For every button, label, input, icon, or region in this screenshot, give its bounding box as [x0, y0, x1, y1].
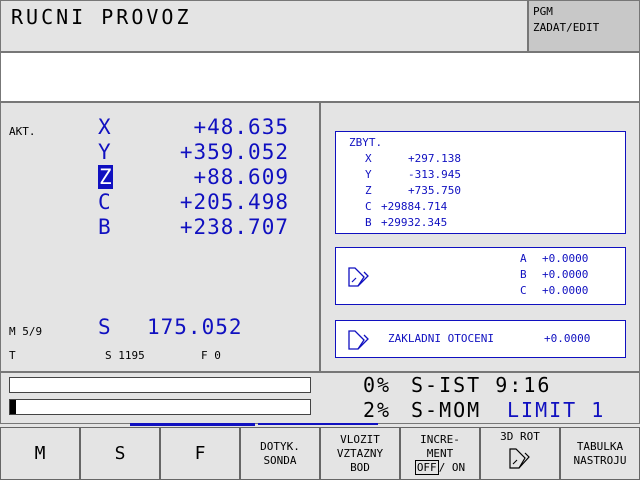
softkey-tool-line1: TABULKA — [576, 439, 624, 453]
softkey-set-datum[interactable]: VLOZIT VZTAZNY BOD — [320, 427, 400, 480]
softkey-s-label: S — [114, 442, 126, 464]
softkey-m-label: M — [34, 442, 46, 464]
dtg-axis-z: Z — [365, 184, 372, 197]
dtg-axis-x: X — [365, 152, 372, 165]
axis-value-c: +205.498 — [179, 190, 289, 214]
feed-rate: F 0 — [201, 349, 221, 362]
softkey-datum-line2: VZTAZNY — [336, 446, 384, 460]
dtg-value-y: -313.945 — [408, 168, 461, 181]
softkey-3d-rot[interactable]: 3D ROT — [480, 427, 560, 480]
basic-rotation-box: ZAKLADNI OTOCENI +0.0000 — [335, 320, 626, 358]
tool-status: T — [9, 349, 16, 362]
dtg-value-c: +29884.714 — [381, 200, 448, 213]
increment-on-state: / ON — [438, 460, 466, 474]
dtg-value-z: +735.750 — [408, 184, 461, 197]
rot-value-a: +0.0000 — [542, 252, 589, 265]
dtg-axis-y: Y — [365, 168, 372, 181]
spindle-torque-status: S-MOM — [411, 398, 482, 422]
spindle-speed: S 1195 — [105, 349, 145, 362]
dtg-value-b: +29932.345 — [381, 216, 448, 229]
axis-label-z-selected: Z — [98, 165, 113, 189]
actual-position-label: AKT. — [9, 125, 36, 138]
dtg-axis-c: C — [365, 200, 372, 213]
spindle-position: 175.052 — [147, 315, 243, 339]
increment-off-state: OFF — [414, 459, 439, 475]
m-function-status: M 5/9 — [9, 325, 43, 338]
mode-label-edit: ZADAT/EDIT — [533, 21, 600, 34]
spindle-label: S — [98, 315, 111, 339]
position-display: AKT. X +48.635 Y +359.052 Z +88.609 C +2… — [0, 102, 320, 372]
3d-rot-icon — [507, 444, 533, 476]
softkey-incr-line2: MENT — [426, 446, 454, 460]
basic-rotation-label: ZAKLADNI OTOCENI — [388, 332, 494, 345]
axis-value-x: +48.635 — [193, 115, 289, 139]
softkey-page-indicator — [130, 423, 255, 426]
axis-value-b: +238.707 — [179, 215, 289, 239]
softkey-probe[interactable]: DOTYK. SONDA — [240, 427, 320, 480]
limit-indicator: LIMIT 1 — [507, 398, 606, 422]
axis-label-z: Z — [98, 165, 113, 189]
softkey-page-indicator-2 — [258, 423, 378, 425]
softkey-datum-line3: BOD — [350, 460, 370, 474]
spindle-actual-status: S-IST 9:16 — [411, 373, 552, 397]
axis-label-c: C — [98, 190, 111, 214]
softkey-incr-line1: INCRE- — [420, 432, 460, 446]
softkey-bar: M S F DOTYK. SONDA VLOZIT VZTAZNY BOD IN… — [0, 427, 640, 480]
page-title: RUCNI PROVOZ — [11, 5, 192, 29]
program-mode-indicator[interactable]: PGM ZADAT/EDIT — [528, 0, 640, 52]
load-percent-1: 0% — [363, 373, 392, 397]
basic-rotation-value: +0.0000 — [544, 332, 591, 345]
softkey-tool-line2: NASTROJU — [573, 453, 627, 467]
tilt-plane-icon — [346, 264, 372, 294]
softkey-f[interactable]: F — [160, 427, 240, 480]
rot-axis-a: A — [520, 252, 527, 265]
softkey-datum-line1: VLOZIT — [340, 432, 380, 446]
softkey-s[interactable]: S — [80, 427, 160, 480]
axis-label-b: B — [98, 215, 111, 239]
dtg-axis-b: B — [365, 216, 372, 229]
softkey-3d-rot-label: 3D ROT — [500, 430, 540, 443]
axis-label-x: X — [98, 115, 111, 139]
softkey-m[interactable]: M — [0, 427, 80, 480]
basic-rotation-icon — [346, 327, 372, 357]
mode-label-pgm: PGM — [533, 5, 553, 18]
axis-value-z: +88.609 — [193, 165, 289, 189]
rot-value-b: +0.0000 — [542, 268, 589, 281]
title-bar: RUCNI PROVOZ — [0, 0, 528, 52]
softkey-probe-line2: SONDA — [263, 453, 297, 467]
message-bar — [0, 52, 640, 102]
spindle-load-bar-2 — [9, 399, 311, 415]
axis-label-y: Y — [98, 140, 111, 164]
softkey-f-label: F — [194, 442, 206, 464]
spindle-load-fill-2 — [10, 400, 16, 414]
softkey-incr-toggle: OFF / ON — [414, 459, 466, 475]
dtg-value-x: +297.138 — [408, 152, 461, 165]
softkey-tool-table[interactable]: TABULKA NASTROJU — [560, 427, 640, 480]
softkey-increment[interactable]: INCRE- MENT OFF / ON — [400, 427, 480, 480]
distance-to-go-title: ZBYT. — [349, 136, 383, 149]
rot-value-c: +0.0000 — [542, 284, 589, 297]
rotation-box: A +0.0000 B +0.0000 C +0.0000 — [335, 247, 626, 305]
rot-axis-b: B — [520, 268, 527, 281]
load-percent-2: 2% — [363, 398, 392, 422]
spindle-load-bar-1 — [9, 377, 311, 393]
status-panel: ZBYT. X +297.138 Y -313.945 Z +735.750 C… — [320, 102, 640, 372]
spindle-status-area: 0% S-IST 9:16 2% S-MOM LIMIT 1 — [0, 372, 640, 424]
rot-axis-c: C — [520, 284, 527, 297]
axis-value-y: +359.052 — [179, 140, 289, 164]
softkey-probe-line1: DOTYK. — [260, 439, 300, 453]
distance-to-go-box: ZBYT. X +297.138 Y -313.945 Z +735.750 C… — [335, 131, 626, 234]
